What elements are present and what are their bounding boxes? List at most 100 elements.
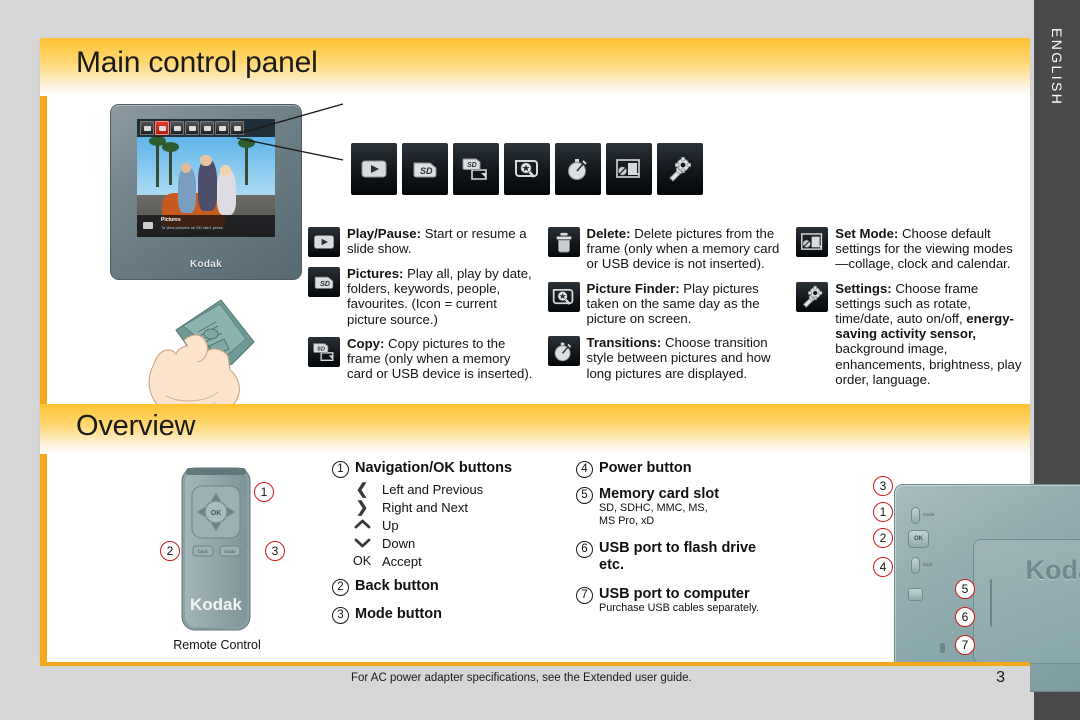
feature-column-3: Set Mode: Choose default settings for th… <box>796 226 1022 400</box>
list-item-label: USB port to flash drive etc. <box>599 540 757 573</box>
overview-header: Overview <box>40 404 1030 454</box>
callout-number: 6 <box>576 541 593 558</box>
back-callout-2: 2 <box>873 528 893 548</box>
nav-row-up: Up <box>342 516 567 534</box>
feature-text: Delete: Delete pictures from the frame (… <box>587 226 785 272</box>
frame-icon-play <box>140 121 154 135</box>
callout-number: 4 <box>576 461 593 478</box>
chevron-left-icon: ❮ <box>355 481 369 498</box>
feature-column-1: Play/Pause: Start or resume a slide show… <box>308 226 536 400</box>
set-mode-icon <box>796 227 829 257</box>
sd-card-icon: SD <box>308 267 340 297</box>
feature-label: Picture Finder: <box>586 280 680 296</box>
sd-card-icon[interactable]: SD <box>402 143 448 195</box>
list-item-sub: SD, SDHC, MMC, MS, MS Pro, xD <box>599 502 708 527</box>
overview-body: OK back mode Kodak 1 2 3 Remote Control <box>40 454 1080 692</box>
feature-pictures: SD Pictures: Play all, play by date, fol… <box>308 266 536 327</box>
nav-row-left: ❮ Left and Previous <box>342 480 567 498</box>
frame-icon-bar <box>137 119 275 137</box>
frame-brand-logo: Kodak <box>189 259 223 270</box>
list-item-label: Mode button <box>355 606 442 622</box>
list-item-text: USB port to computer Purchase USB cables… <box>599 586 759 615</box>
feature-label: Settings: <box>835 280 892 296</box>
svg-text:mode: mode <box>224 549 236 554</box>
svg-text:SD: SD <box>320 279 330 288</box>
ok-label: OK <box>352 554 372 568</box>
remote-control-illustration: OK back mode Kodak 1 2 3 Remote Control <box>122 462 312 652</box>
transitions-icon[interactable] <box>555 143 601 195</box>
feature-copy: SD Copy: Copy pictures to the frame (onl… <box>308 336 536 382</box>
ok-button-back[interactable]: OK <box>908 530 929 548</box>
back-button-back[interactable] <box>911 557 920 574</box>
feature-label: Set Mode: <box>835 226 899 241</box>
list-item-sub: Purchase USB cables separately. <box>599 602 760 614</box>
usb-port-computer <box>940 643 945 653</box>
back-callout-4: 4 <box>873 557 893 577</box>
list-item: 4 Power button <box>576 460 856 478</box>
nav-row-label: Accept <box>382 553 422 569</box>
feature-transitions: Transitions: Choose transition style bet… <box>547 335 785 381</box>
mode-button-back[interactable] <box>911 507 920 524</box>
callout-number: 7 <box>576 587 593 604</box>
picture-finder-icon[interactable] <box>504 143 550 195</box>
frame-screen: Pictures To view pictures on SD card, pr… <box>137 119 275 237</box>
feature-desc-settings: Choose frame settings such as rotate, ti… <box>835 280 1022 387</box>
list-item-label: Power button <box>599 460 692 476</box>
picture-finder-icon <box>547 281 580 312</box>
svg-text:SD: SD <box>420 166 433 176</box>
feature-label: Delete: <box>586 226 631 241</box>
mode-button-label: mode <box>923 512 935 517</box>
list-item: 7 USB port to computer Purchase USB cabl… <box>576 586 856 615</box>
back-callout-7: 7 <box>955 635 975 655</box>
svg-text:Kodak: Kodak <box>190 595 243 614</box>
feature-delete: Delete: Delete pictures from the frame (… <box>547 226 785 272</box>
list-item-label: USB port to computer <box>599 586 750 602</box>
feature-text: Transitions: Choose transition style bet… <box>587 335 785 381</box>
back-callout-5: 5 <box>955 579 975 599</box>
feature-play-pause: Play/Pause: Start or resume a slide show… <box>308 226 536 257</box>
list-item-text: Memory card slot SD, SDHC, MMC, MS, MS P… <box>599 486 719 528</box>
nav-row-label: Up <box>382 517 399 533</box>
copy-icon: SD <box>308 336 340 367</box>
power-button-back[interactable] <box>908 588 923 601</box>
transitions-icon <box>547 336 580 367</box>
callout-number: 5 <box>576 487 593 504</box>
navigation-key-rows: ❮ Left and Previous ❯ Right and Next Up <box>342 480 567 570</box>
feature-set-mode: Set Mode: Choose default settings for th… <box>796 226 1022 272</box>
frame-back-illustration: Koda mode OK back <box>894 484 1080 692</box>
frame-caption-subtitle: To view pictures on SD card, press <box>161 225 223 230</box>
overview-list-left: 1 Navigation/OK buttons ❮ Left and Previ… <box>332 460 567 626</box>
back-callout-6: 6 <box>955 607 975 627</box>
feature-desc-bold-run: energy-saving activity sensor, <box>835 311 1014 342</box>
feature-text: Settings: Choose frame settings such as … <box>835 281 1022 387</box>
nav-row-right: ❯ Right and Next <box>342 498 567 516</box>
feature-label: Play/Pause: <box>347 226 422 241</box>
set-mode-icon[interactable] <box>606 143 652 195</box>
section-main-control-panel: Main control panel Pictures To view pict… <box>40 38 1030 420</box>
callout-number: 1 <box>332 461 349 478</box>
list-item-label: Back button <box>355 578 439 594</box>
feature-columns: Play/Pause: Start or resume a slide show… <box>308 226 1022 400</box>
feature-text: Copy: Copy pictures to the frame (only w… <box>347 336 536 382</box>
page-number: 3 <box>996 669 1005 686</box>
settings-icon[interactable] <box>657 143 703 195</box>
digital-frame-illustration: Pictures To view pictures on SD card, pr… <box>110 104 302 280</box>
feature-label: Transitions: <box>586 335 662 351</box>
remote-control-caption: Remote Control <box>173 638 261 652</box>
remote-callout-1: 1 <box>254 482 274 502</box>
page-title: Main control panel <box>76 46 318 79</box>
remote-callout-3: 3 <box>265 541 285 561</box>
overview-list-right: 4 Power button 5 Memory card slot SD, SD… <box>576 460 856 617</box>
frame-icon-set-mode <box>215 121 229 135</box>
play-icon[interactable] <box>351 143 397 195</box>
remote-ok-text: OK <box>211 510 222 517</box>
feature-label: Copy: <box>347 335 385 351</box>
list-item: 3 Mode button <box>332 606 567 624</box>
nav-row-label: Right and Next <box>382 499 468 515</box>
frame-icon-transitions <box>200 121 214 135</box>
copy-icon[interactable]: SD <box>453 143 499 195</box>
list-item: 2 Back button <box>332 578 567 596</box>
list-item-label: Memory card slot <box>599 486 720 502</box>
feature-text: Pictures: Play all, play by date, folder… <box>347 266 536 327</box>
frame-icon-pictures <box>155 121 169 135</box>
